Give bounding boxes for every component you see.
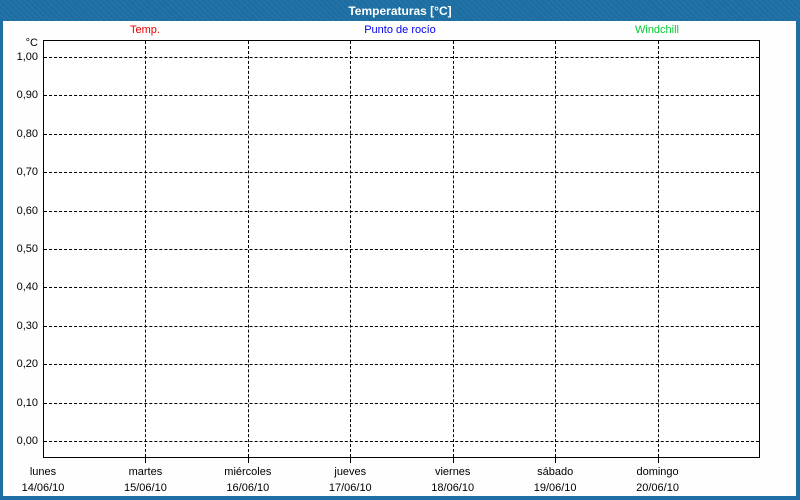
x-axis-tick — [555, 458, 557, 463]
y-tick-label: 0,80 — [16, 127, 38, 140]
gridline-horizontal — [44, 95, 759, 97]
chart-title: Temperaturas [°C] — [0, 0, 800, 21]
gridline-vertical — [350, 41, 352, 457]
x-axis-tick — [350, 458, 352, 463]
gridline-vertical — [452, 41, 454, 457]
x-date-label: 15/06/10 — [124, 482, 167, 494]
x-axis-tick — [247, 458, 249, 463]
x-day-label: lunes — [29, 466, 57, 478]
x-axis-tick — [145, 458, 147, 463]
x-axis-tick — [452, 458, 454, 463]
x-axis-tick — [657, 458, 659, 463]
x-date-label: 18/06/10 — [431, 482, 475, 494]
weather-chart-window: Temperaturas [°C] Temp. Punto de rocío Win… — [0, 0, 800, 500]
y-tick-label: 0,00 — [16, 435, 38, 447]
y-tick-label: 0,90 — [16, 89, 38, 102]
gridline-vertical — [145, 41, 147, 457]
legend-item-1: Punto de rocío — [364, 24, 436, 36]
chart-canvas: Temp. Punto de rocío Windchill °C 1,00 0,90… — [3, 21, 796, 496]
x-date-label: 16/06/10 — [226, 482, 270, 494]
legend-item-0: Temp. — [130, 24, 160, 36]
x-date-label: 17/06/10 — [328, 482, 372, 494]
gridline-horizontal — [44, 249, 759, 250]
x-date-label: 14/06/10 — [21, 482, 65, 494]
gridline-horizontal — [44, 325, 759, 327]
y-tick-label: 0,60 — [16, 204, 38, 217]
x-day-label: miércoles — [224, 466, 272, 478]
x-day-label: sábado — [537, 466, 574, 478]
gridline-horizontal — [44, 210, 759, 212]
gridline-horizontal — [44, 133, 759, 135]
gridline-horizontal — [44, 57, 759, 58]
gridline-horizontal — [44, 287, 759, 289]
plot-area — [43, 40, 760, 458]
legend-item-2: Windchill — [634, 24, 680, 36]
y-tick-label: 1,00 — [16, 51, 38, 63]
x-day-label: jueves — [334, 466, 367, 478]
y-tick-label: 0,70 — [16, 166, 38, 179]
y-tick-label: 0,10 — [16, 396, 38, 409]
y-tick-label: 0,20 — [16, 358, 38, 371]
y-tick-label: 0,50 — [16, 243, 38, 255]
x-date-label: 20/06/10 — [636, 482, 679, 494]
gridline-vertical — [657, 41, 659, 457]
gridline-horizontal — [44, 364, 759, 366]
gridline-vertical — [247, 41, 249, 457]
gridline-horizontal — [44, 441, 759, 442]
x-day-label: martes — [128, 466, 163, 478]
y-tick-label: 0,40 — [16, 281, 38, 294]
y-tick-label: 0,30 — [16, 319, 38, 332]
x-day-label: viernes — [434, 466, 471, 478]
x-day-label: domingo — [636, 466, 679, 478]
gridline-horizontal — [44, 402, 759, 404]
gridline-horizontal — [44, 172, 759, 174]
gridline-vertical — [555, 41, 557, 457]
x-date-label: 19/06/10 — [533, 482, 577, 494]
y-axis-unit-label: °C — [25, 37, 38, 49]
